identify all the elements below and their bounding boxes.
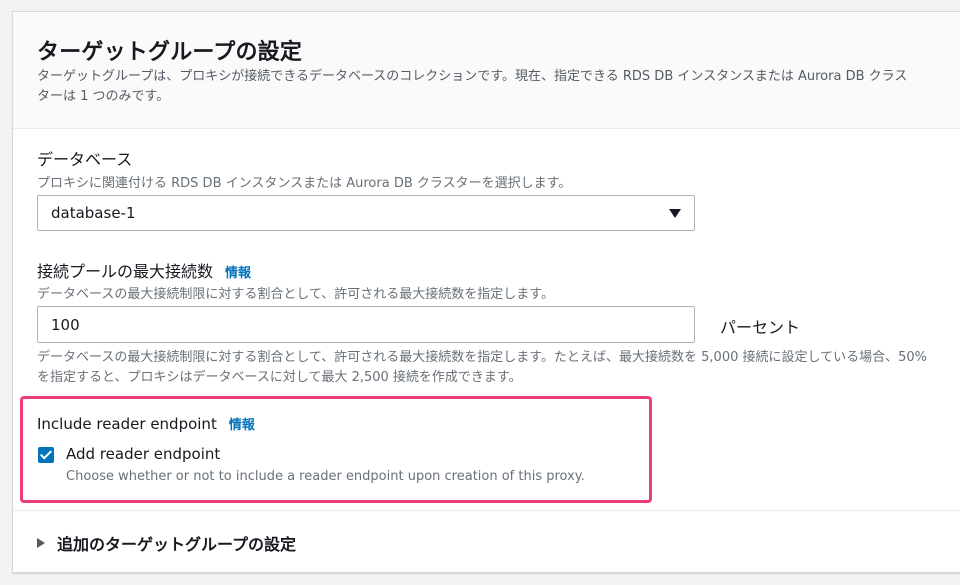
max-connections-input[interactable]	[37, 306, 695, 343]
caret-down-icon	[669, 209, 681, 218]
add-reader-endpoint-checkbox[interactable]	[38, 447, 54, 463]
database-description: プロキシに関連付ける RDS DB インスタンスまたは Aurora DB クラ…	[37, 176, 572, 191]
info-link-max-connections[interactable]: 情報	[225, 266, 251, 281]
additional-settings-expander[interactable]: 追加のターゲットグループの設定	[37, 531, 296, 555]
reader-endpoint-label-row: Include reader endpoint 情報	[37, 414, 255, 433]
database-select[interactable]: database-1	[37, 195, 695, 231]
divider	[13, 510, 960, 511]
max-connections-description: データベースの最大接続制限に対する割合として、許可される最大接続数を指定します。	[37, 287, 555, 302]
add-reader-endpoint-label[interactable]: Add reader endpoint	[66, 445, 220, 463]
max-connections-label: 接続プールの最大接続数	[37, 262, 214, 281]
database-label: データベース	[37, 150, 133, 169]
target-group-panel: ターゲットグループの設定 ターゲットグループは、プロキシが接続できるデータベース…	[12, 11, 960, 573]
info-link-reader-endpoint[interactable]: 情報	[229, 418, 255, 433]
caret-right-icon	[37, 538, 45, 548]
panel-description: ターゲットグループは、プロキシが接続できるデータベースのコレクションです。現在、…	[37, 69, 908, 104]
max-connections-constraint: データベースの最大接続制限に対する割合として、許可される最大接続数を指定します。…	[37, 350, 927, 385]
max-connections-label-row: 接続プールの最大接続数 情報	[37, 258, 251, 282]
percent-suffix: パーセント	[720, 318, 801, 337]
additional-settings-label: 追加のターゲットグループの設定	[57, 535, 297, 554]
database-select-value: database-1	[51, 204, 136, 222]
panel-title: ターゲットグループの設定	[37, 40, 303, 65]
panel-header: ターゲットグループの設定 ターゲットグループは、プロキシが接続できるデータベース…	[13, 12, 960, 129]
reader-endpoint-label: Include reader endpoint	[37, 415, 217, 433]
add-reader-endpoint-description: Choose whether or not to include a reade…	[66, 469, 585, 484]
